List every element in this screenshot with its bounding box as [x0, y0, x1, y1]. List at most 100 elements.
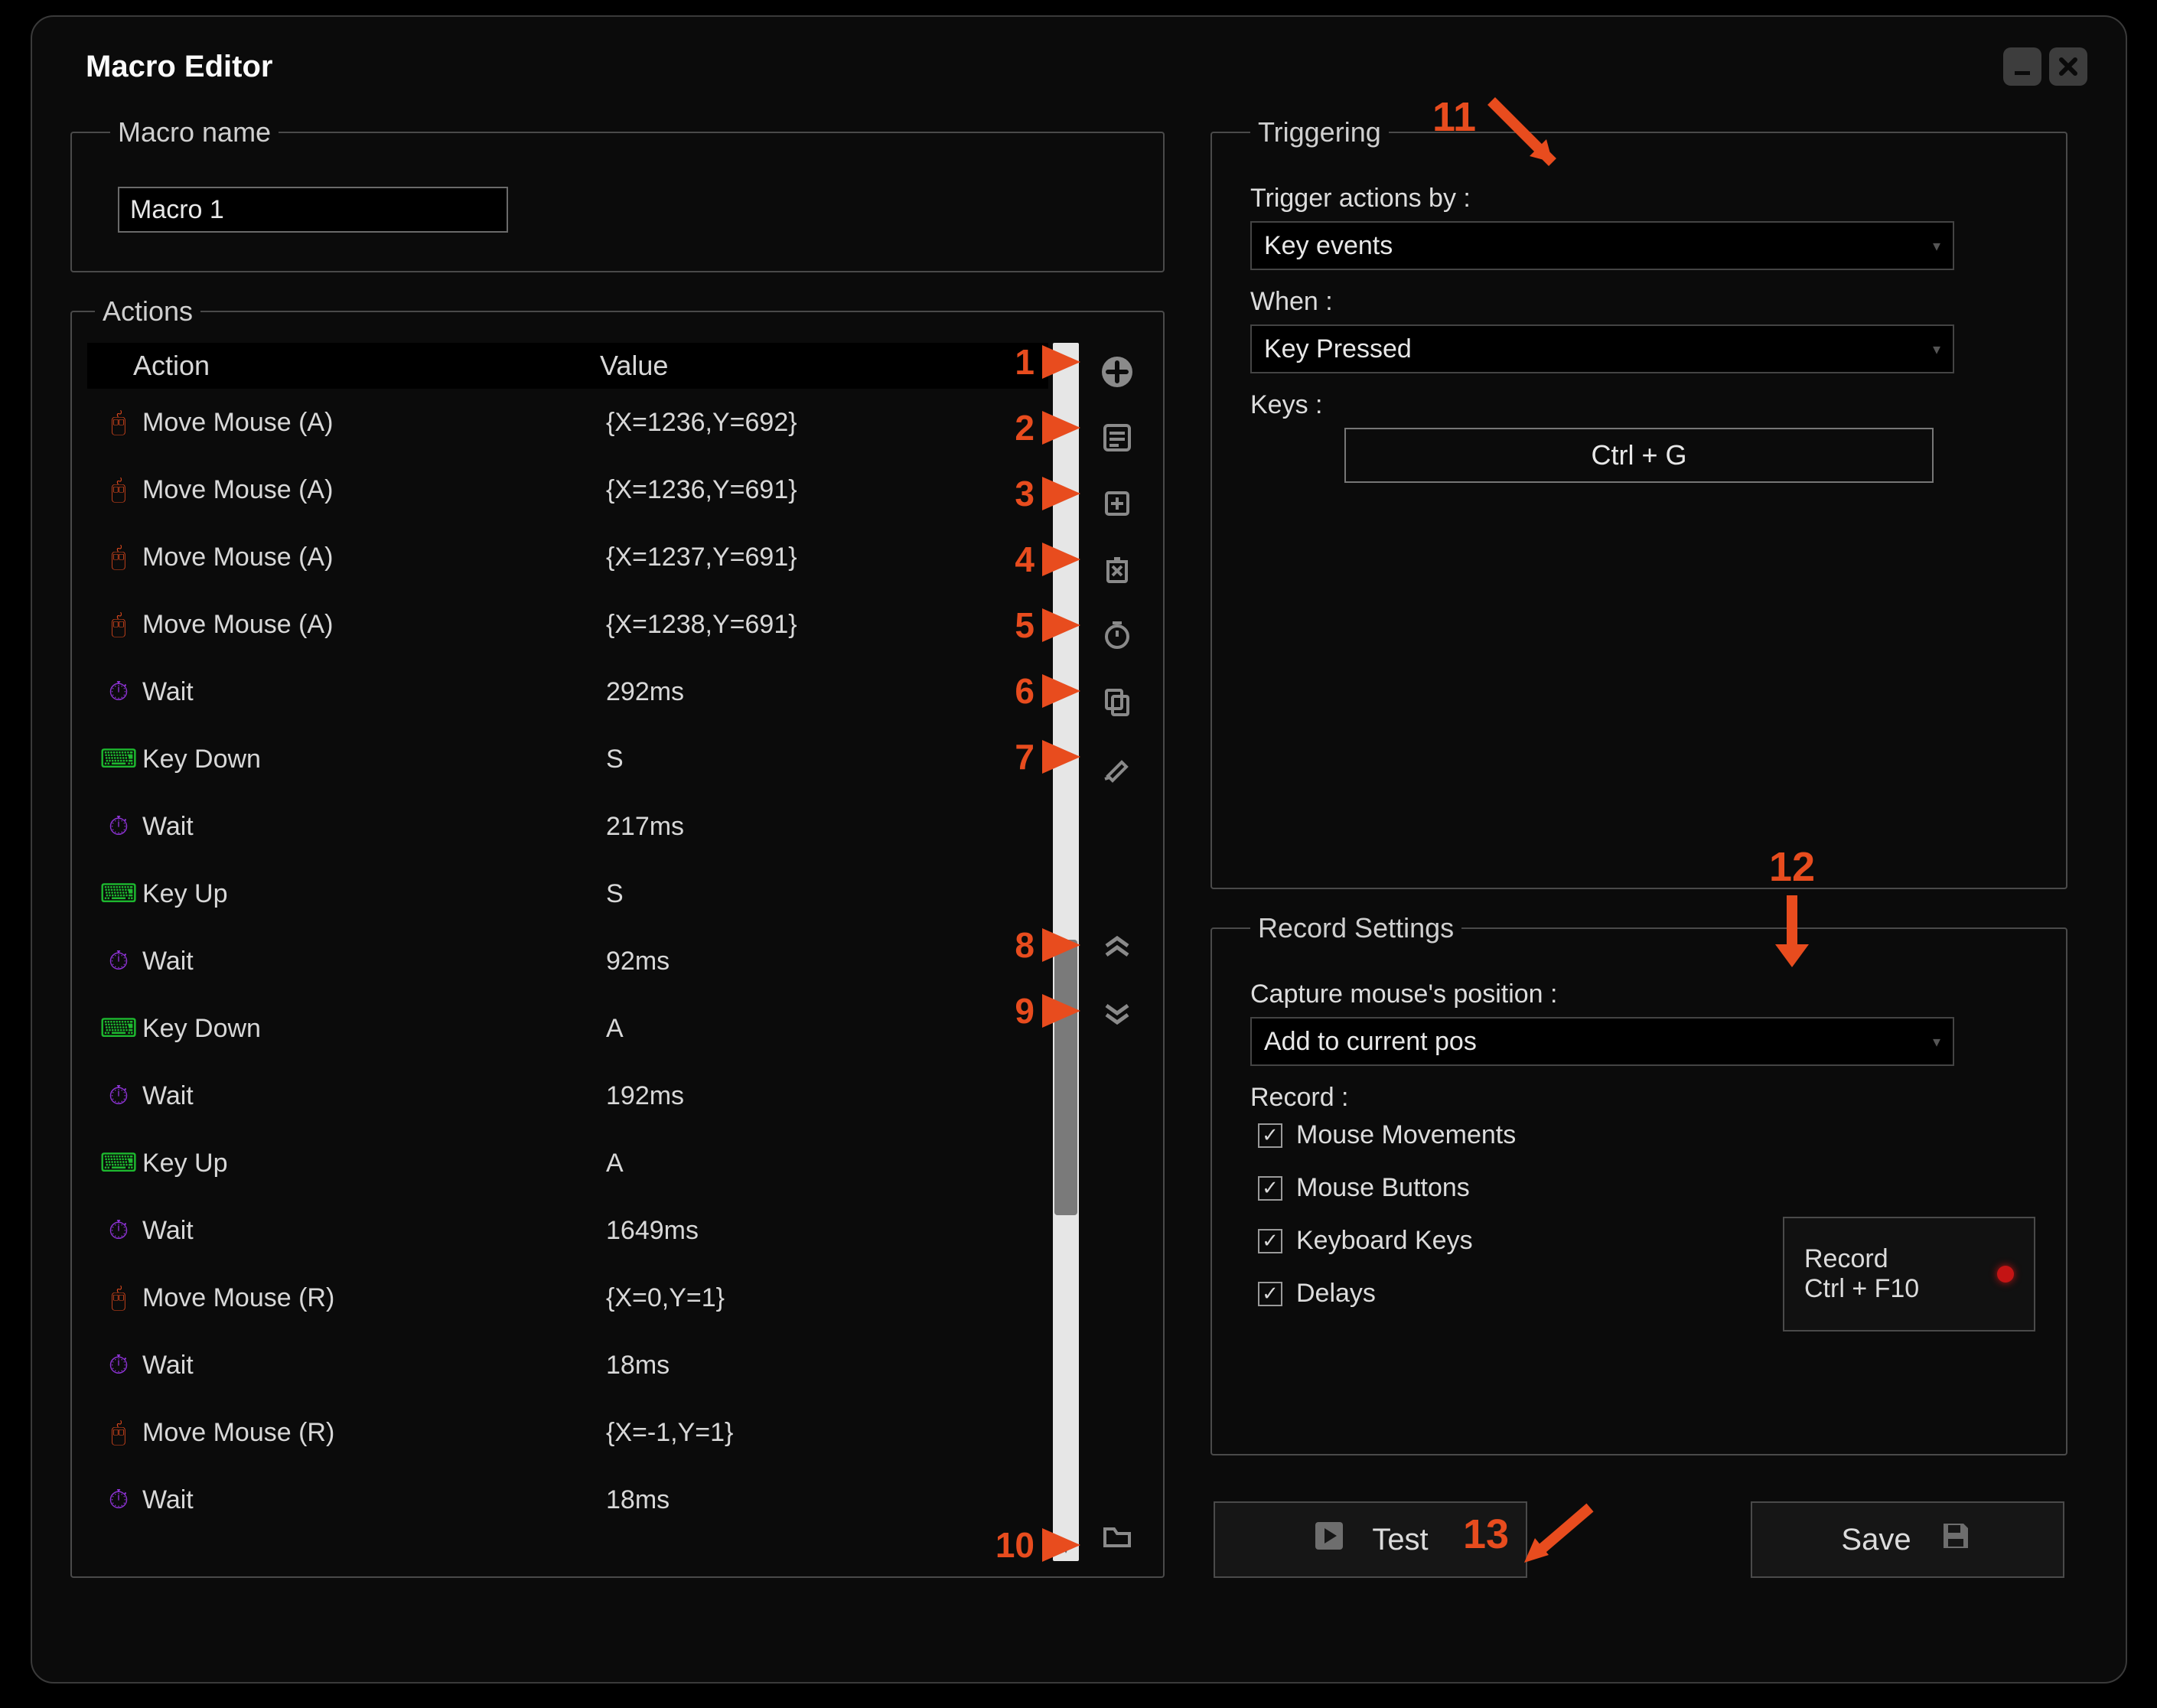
keyboard-keys-checkbox[interactable]: ✓ — [1258, 1229, 1282, 1253]
action-row[interactable]: 🖰Move Mouse (R){X=0,Y=1} — [87, 1264, 1048, 1332]
action-value: {X=1238,Y=691} — [583, 610, 1048, 640]
action-row[interactable]: ⌨Key UpA — [87, 1129, 1048, 1197]
cleanup-action-button[interactable] — [1096, 745, 1139, 788]
action-row[interactable]: ⌨Key UpS — [87, 860, 1048, 927]
action-row[interactable]: ⏱Wait18ms — [87, 1332, 1048, 1399]
action-label: Wait — [139, 677, 583, 707]
save-button[interactable]: Save — [1751, 1501, 2064, 1578]
mouse-buttons-checkbox[interactable]: ✓ — [1258, 1176, 1282, 1201]
delays-checkbox[interactable]: ✓ — [1258, 1282, 1282, 1306]
mouse-icon: 🖰 — [98, 543, 139, 572]
action-value: A — [583, 1014, 1048, 1044]
action-label: Move Mouse (A) — [139, 408, 583, 438]
action-row[interactable]: ⏱Wait217ms — [87, 793, 1048, 860]
mouse-icon: 🖰 — [98, 408, 139, 438]
action-value: {X=1236,Y=691} — [583, 475, 1048, 505]
delete-action-button[interactable] — [1096, 548, 1139, 591]
trigger-keys-input[interactable]: Ctrl + G — [1344, 428, 1934, 483]
save-icon — [1937, 1517, 1974, 1562]
window-title: Macro Editor — [86, 50, 272, 84]
record-button[interactable]: Record Ctrl + F10 — [1783, 1217, 2035, 1332]
keyboard-keys-label: Keyboard Keys — [1296, 1226, 1473, 1256]
mouse-movements-label: Mouse Movements — [1296, 1120, 1516, 1150]
action-label: Move Mouse (A) — [139, 475, 583, 505]
wait-icon: ⏱ — [98, 812, 139, 842]
action-row[interactable]: ⏱Wait18ms — [87, 1466, 1048, 1534]
action-label: Move Mouse (R) — [139, 1418, 583, 1448]
mouse-icon: 🖰 — [98, 1418, 139, 1448]
record-settings-legend: Record Settings — [1250, 912, 1461, 944]
actions-header: Action Value — [87, 343, 1048, 389]
action-value: S — [583, 745, 1048, 774]
chevron-down-icon: ▾ — [1933, 1032, 1940, 1051]
actions-scrollbar[interactable]: ▾ — [1053, 343, 1079, 1561]
triggering-legend: Triggering — [1250, 116, 1389, 148]
mouse-movements-checkbox[interactable]: ✓ — [1258, 1123, 1282, 1148]
close-button[interactable] — [2049, 47, 2087, 86]
scrollbar-arrow-down-icon[interactable]: ▾ — [1053, 1534, 1079, 1561]
action-row[interactable]: ⏱Wait1649ms — [87, 1197, 1048, 1264]
actions-table[interactable]: Action Value 🖰Move Mouse (A){X=1236,Y=69… — [87, 343, 1048, 1561]
macro-name-group: Macro name — [70, 116, 1165, 272]
copy-action-button[interactable] — [1096, 680, 1139, 722]
actions-toolbar — [1087, 343, 1148, 1561]
move-down-button[interactable] — [1096, 992, 1139, 1035]
trigger-by-label: Trigger actions by : — [1250, 184, 2035, 214]
action-row[interactable]: 🖰Move Mouse (A){X=1238,Y=691} — [87, 591, 1048, 658]
action-row[interactable]: ⏱Wait92ms — [87, 927, 1048, 995]
triggering-group: Triggering Trigger actions by : Key even… — [1210, 116, 2067, 889]
minimize-button[interactable] — [2003, 47, 2041, 86]
macro-name-legend: Macro name — [110, 116, 279, 148]
action-label: Key Up — [139, 879, 583, 909]
record-button-line1: Record — [1804, 1244, 1919, 1274]
action-row[interactable]: 🖰Move Mouse (A){X=1236,Y=692} — [87, 389, 1048, 456]
action-row[interactable]: 🖰Move Mouse (R){X=-1,Y=1} — [87, 1399, 1048, 1466]
capture-mouse-select[interactable]: Add to current pos ▾ — [1250, 1017, 1954, 1066]
wait-icon: ⏱ — [98, 1351, 139, 1380]
action-label: Key Down — [139, 1014, 583, 1044]
wait-icon: ⏱ — [98, 1081, 139, 1111]
trigger-by-select[interactable]: Key events ▾ — [1250, 221, 1954, 270]
trigger-keys-value: Ctrl + G — [1591, 439, 1686, 471]
mouse-icon: 🖰 — [98, 475, 139, 505]
action-row[interactable]: ⏱Wait292ms — [87, 658, 1048, 725]
scrollbar-thumb[interactable] — [1054, 940, 1077, 1215]
action-value: {X=0,Y=1} — [583, 1283, 1048, 1313]
capture-mouse-value: Add to current pos — [1264, 1027, 1477, 1057]
test-button[interactable]: Test — [1214, 1501, 1527, 1578]
insert-action-button[interactable] — [1096, 482, 1139, 525]
action-row[interactable]: 🖰Move Mouse (A){X=1237,Y=691} — [87, 523, 1048, 591]
actions-legend: Actions — [95, 295, 200, 328]
key-icon: ⌨ — [98, 878, 139, 909]
open-folder-button[interactable] — [1096, 1514, 1139, 1556]
record-dot-icon — [1997, 1266, 2014, 1283]
macro-editor-window: Macro Editor Macro name Actions Action — [31, 15, 2127, 1684]
when-label: When : — [1250, 287, 2035, 317]
action-row[interactable]: ⌨Key DownS — [87, 725, 1048, 793]
timer-action-button[interactable] — [1096, 614, 1139, 657]
action-label: Wait — [139, 1081, 583, 1111]
action-value: A — [583, 1149, 1048, 1178]
macro-name-input[interactable] — [118, 187, 508, 233]
add-action-button[interactable] — [1096, 350, 1139, 393]
action-value: S — [583, 879, 1048, 909]
action-label: Move Mouse (R) — [139, 1283, 583, 1313]
action-label: Move Mouse (A) — [139, 543, 583, 572]
action-row[interactable]: 🖰Move Mouse (A){X=1236,Y=691} — [87, 456, 1048, 523]
action-label: Wait — [139, 1485, 583, 1515]
key-icon: ⌨ — [98, 744, 139, 774]
edit-action-button[interactable] — [1096, 416, 1139, 459]
move-up-button[interactable] — [1096, 926, 1139, 969]
when-select[interactable]: Key Pressed ▾ — [1250, 324, 1954, 373]
record-settings-group: Record Settings Capture mouse's position… — [1210, 912, 2067, 1455]
action-label: Wait — [139, 1351, 583, 1380]
action-row[interactable]: ⌨Key DownA — [87, 995, 1048, 1062]
chevron-down-icon: ▾ — [1933, 236, 1940, 256]
wait-icon: ⏱ — [98, 1216, 139, 1246]
action-value: {X=1236,Y=692} — [583, 408, 1048, 438]
action-label: Move Mouse (A) — [139, 610, 583, 640]
action-label: Key Down — [139, 745, 583, 774]
action-row[interactable]: ⏱Wait192ms — [87, 1062, 1048, 1129]
action-value: 292ms — [583, 677, 1048, 707]
mouse-buttons-label: Mouse Buttons — [1296, 1173, 1470, 1203]
